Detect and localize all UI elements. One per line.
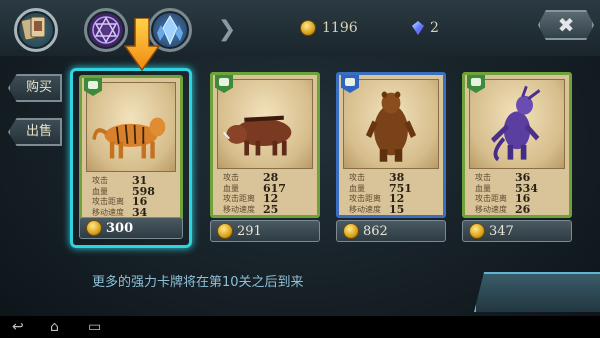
close-button[interactable]: ✖ <box>538 10 594 40</box>
boar-icon <box>222 115 292 156</box>
magic-category-tab[interactable] <box>84 8 128 52</box>
stat-label: 攻击距离 <box>92 197 124 206</box>
tiger-icon <box>92 117 166 159</box>
stat-label: 攻击距离 <box>475 194 507 203</box>
card-tiger[interactable]: 攻击 31 血量 598 攻击距离 16 移动速度 34 300 <box>70 68 192 248</box>
purple-beast-icon <box>491 85 541 162</box>
info-message: 更多的强力卡牌将在第10关之后到来 <box>92 275 304 290</box>
stat-label: 攻击 <box>349 173 365 182</box>
stat-label: 血量 <box>223 183 239 193</box>
card-frame: 攻击 38 血量 751 攻击距离 12 移动速度 15 <box>336 72 446 218</box>
card-purple-beast[interactable]: 攻击 36 血量 534 攻击距离 16 移动速度 26 347 <box>456 68 578 248</box>
stat-label: 攻击 <box>475 173 491 182</box>
gold-amount: 1196 <box>322 20 358 36</box>
card-stats: 攻击 28 血量 617 攻击距离 12 移动速度 25 <box>223 172 317 216</box>
top-bar: ❯ 1196 2 ✖ <box>0 0 600 56</box>
gold-coin-icon <box>86 220 102 236</box>
stat-label: 攻击 <box>223 173 239 182</box>
stat-label: 移动速度 <box>349 204 381 214</box>
sell-tab[interactable]: 出售 <box>8 118 62 146</box>
stat-label: 移动速度 <box>475 204 507 214</box>
gem-icon <box>412 21 424 35</box>
tiger-art <box>86 82 176 172</box>
gem-amount: 2 <box>430 20 439 36</box>
card-price: 347 <box>489 223 514 239</box>
card-frame: 攻击 31 血量 598 攻击距离 16 移动速度 34 <box>79 75 183 221</box>
purple-beast-art <box>469 79 565 169</box>
stat-label: 攻击距离 <box>223 194 255 203</box>
boar-art <box>217 79 313 169</box>
card-stats: 攻击 31 血量 598 攻击距离 16 移动速度 34 <box>92 175 180 218</box>
stat-label: 移动速度 <box>223 204 255 214</box>
cards-category-tab[interactable] <box>14 8 58 52</box>
price-bar[interactable]: 862 <box>336 220 446 242</box>
price-bar[interactable]: 347 <box>462 220 572 242</box>
gold-counter: 1196 <box>300 20 358 36</box>
stat-label: 血量 <box>92 186 108 196</box>
corner-action-button[interactable] <box>474 272 600 312</box>
gold-coin-icon <box>469 223 485 239</box>
stat-speed: 25 <box>263 202 279 216</box>
stat-label: 血量 <box>349 183 365 193</box>
bear-art <box>343 79 439 169</box>
android-navbar: ↩ ⌂ ▭ <box>0 316 600 338</box>
card-price: 300 <box>106 220 134 236</box>
gem-counter: 2 <box>412 20 439 36</box>
stat-label: 攻击距离 <box>349 194 381 203</box>
game-shop-screen: ❯ 1196 2 ✖ 购买 出售 攻击 31 血量 598 攻击距离 16 移动… <box>0 0 600 338</box>
card-frame: 攻击 28 血量 617 攻击距离 12 移动速度 25 <box>210 72 320 218</box>
back-icon[interactable]: ↩ <box>12 319 24 335</box>
down-arrow-indicator-icon <box>124 18 160 72</box>
stat-speed: 26 <box>515 202 531 216</box>
gold-coin-icon <box>217 223 233 239</box>
card-price: 862 <box>363 223 388 239</box>
home-icon[interactable]: ⌂ <box>50 319 59 335</box>
card-frame: 攻击 36 血量 534 攻击距离 16 移动速度 26 <box>462 72 572 218</box>
gold-coin-icon <box>343 223 359 239</box>
bear-icon <box>365 91 417 162</box>
card-stats: 攻击 36 血量 534 攻击距离 16 移动速度 26 <box>475 172 569 216</box>
stat-label: 攻击 <box>92 176 108 185</box>
card-price: 291 <box>237 223 262 239</box>
buy-tab[interactable]: 购买 <box>8 74 62 102</box>
card-stats: 攻击 38 血量 751 攻击距离 12 移动速度 15 <box>349 172 443 216</box>
cards-icon <box>20 16 46 41</box>
tabs-scroll-right-icon[interactable]: ❯ <box>214 16 240 44</box>
card-bear[interactable]: 攻击 38 血量 751 攻击距离 12 移动速度 15 862 <box>330 68 452 248</box>
card-boar[interactable]: 攻击 28 血量 617 攻击距离 12 移动速度 25 291 <box>204 68 326 248</box>
stat-speed: 15 <box>389 202 405 216</box>
recent-apps-icon[interactable]: ▭ <box>88 319 101 335</box>
hexagram-icon <box>92 16 120 44</box>
price-bar[interactable]: 291 <box>210 220 320 242</box>
gold-coin-icon <box>300 20 316 36</box>
stat-label: 血量 <box>475 183 491 193</box>
price-bar[interactable]: 300 <box>79 217 183 239</box>
